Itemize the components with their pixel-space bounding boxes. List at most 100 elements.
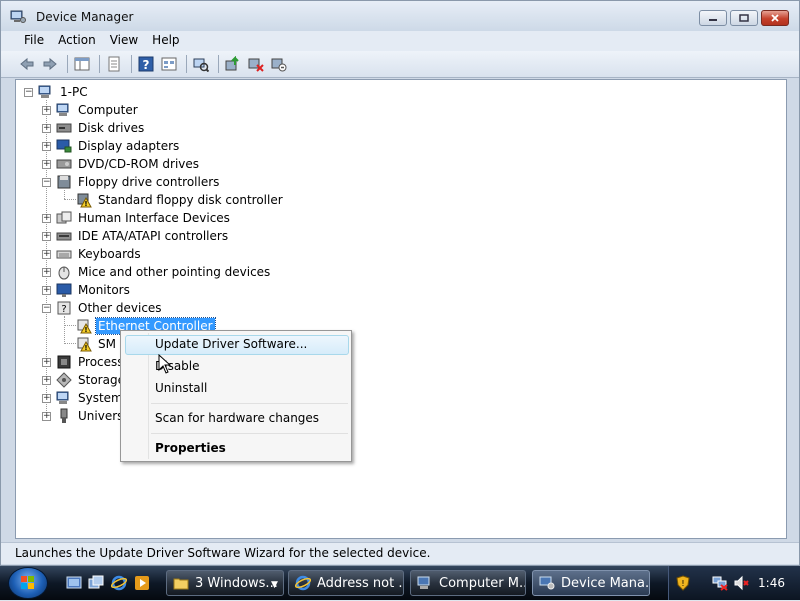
collapse-toggle[interactable]: −: [42, 304, 51, 313]
close-button[interactable]: [761, 10, 789, 26]
expand-toggle[interactable]: +: [42, 142, 51, 151]
minimize-button[interactable]: [699, 10, 727, 26]
tree-item-floppy-controllers[interactable]: Floppy drive controllers: [56, 173, 221, 191]
device-manager-window: Device Manager File Action View Help ? −…: [0, 0, 800, 566]
expand-toggle[interactable]: +: [42, 232, 51, 241]
expand-toggle[interactable]: +: [42, 214, 51, 223]
tree-item-storage[interactable]: Storage: [56, 371, 127, 389]
computer-icon: [38, 85, 51, 98]
taskbar: 3 Windows... ▼ Address not ... Computer …: [0, 566, 800, 600]
toolbar: ?: [1, 51, 799, 78]
toolbar-separator: [218, 55, 219, 73]
media-player-icon[interactable]: [134, 575, 150, 591]
tree-item-other-devices[interactable]: ? Other devices: [56, 299, 164, 317]
maximize-button[interactable]: [730, 10, 758, 26]
internet-explorer-icon: [295, 575, 311, 591]
toolbar-separator: [186, 55, 187, 73]
network-disconnected-icon[interactable]: [712, 575, 728, 591]
svg-text:!: !: [84, 344, 87, 352]
menu-uninstall[interactable]: Uninstall: [155, 381, 207, 395]
tree-item-computer[interactable]: Computer: [56, 101, 140, 119]
menu-properties[interactable]: Properties: [155, 441, 226, 455]
show-desktop-icon[interactable]: [66, 575, 82, 591]
tree-item-standard-floppy[interactable]: ! Standard floppy disk controller: [76, 191, 285, 209]
taskbar-button-windows-group[interactable]: 3 Windows...: [166, 570, 284, 596]
tree-item-monitors[interactable]: Monitors: [56, 281, 132, 299]
expand-toggle[interactable]: +: [42, 412, 51, 421]
menu-scan-hardware[interactable]: Scan for hardware changes: [155, 411, 319, 425]
view-button[interactable]: [159, 54, 179, 74]
task-label: Device Mana...: [561, 575, 650, 591]
tree-item-mice[interactable]: Mice and other pointing devices: [56, 263, 272, 281]
volume-muted-icon[interactable]: [733, 575, 749, 591]
windows-logo-icon: [21, 576, 34, 589]
scan-hardware-icon: [193, 58, 209, 72]
group-dropdown-icon[interactable]: ▼: [271, 580, 278, 590]
tree-item-dvd-cdrom[interactable]: DVD/CD-ROM drives: [56, 155, 201, 173]
expand-toggle[interactable]: +: [42, 268, 51, 277]
tree-item-system[interactable]: System: [56, 389, 125, 407]
menu-help[interactable]: Help: [145, 31, 186, 51]
menu-view[interactable]: View: [103, 31, 145, 51]
display-adapter-icon: [56, 139, 72, 153]
tree-item-label: Other devices: [78, 301, 162, 315]
storage-controller-icon: [56, 372, 72, 388]
uninstall-device-button[interactable]: [269, 54, 289, 74]
clock[interactable]: 1:46: [758, 576, 785, 590]
collapse-toggle[interactable]: −: [24, 88, 33, 97]
task-label: Computer M...: [439, 575, 526, 591]
status-bar: Launches the Update Driver Software Wiza…: [1, 542, 799, 564]
back-button[interactable]: [17, 54, 37, 74]
tree-connector: [64, 190, 65, 199]
expand-toggle[interactable]: +: [42, 250, 51, 259]
taskbar-button-ie[interactable]: Address not ...: [288, 570, 404, 596]
help-button[interactable]: ?: [136, 54, 156, 74]
properties-button[interactable]: [104, 54, 124, 74]
menu-file[interactable]: File: [17, 31, 51, 51]
minimize-icon: [709, 19, 717, 21]
start-button[interactable]: [8, 567, 48, 599]
back-arrow-icon: [20, 57, 34, 71]
expand-toggle[interactable]: +: [42, 376, 51, 385]
tree-item-label: Human Interface Devices: [78, 211, 230, 225]
security-shield-icon[interactable]: !: [676, 575, 690, 591]
expand-toggle[interactable]: +: [42, 160, 51, 169]
expand-toggle[interactable]: +: [42, 106, 51, 115]
svg-text:!: !: [84, 326, 87, 334]
monitor-icon: [56, 283, 72, 297]
expand-toggle[interactable]: +: [42, 286, 51, 295]
tree-item-label: Computer: [78, 103, 138, 117]
console-tree-button[interactable]: [72, 54, 92, 74]
forward-button[interactable]: [40, 54, 60, 74]
tree-item-hid[interactable]: Human Interface Devices: [56, 209, 232, 227]
processor-icon: [57, 355, 71, 369]
internet-explorer-icon[interactable]: [111, 575, 127, 591]
system-devices-icon: [56, 391, 69, 404]
expand-toggle[interactable]: +: [42, 124, 51, 133]
scan-hardware-button[interactable]: [191, 54, 211, 74]
collapse-toggle[interactable]: −: [42, 178, 51, 187]
device-tree-panel: − 1-PC + Computer + Disk drives + Displa…: [15, 79, 787, 539]
tree-item-label: Monitors: [78, 283, 130, 297]
mouse-cursor-icon: [158, 354, 172, 374]
update-driver-button[interactable]: [223, 54, 243, 74]
tree-item-keyboards[interactable]: Keyboards: [56, 245, 143, 263]
menu-update-driver-software[interactable]: Update Driver Software...: [155, 337, 307, 351]
tree-item-display-adapters[interactable]: Display adapters: [56, 137, 181, 155]
disable-device-button[interactable]: [246, 54, 266, 74]
tree-item-label: DVD/CD-ROM drives: [78, 157, 200, 171]
device-manager-icon: [10, 10, 26, 23]
menu-action[interactable]: Action: [51, 31, 103, 51]
expand-toggle[interactable]: +: [42, 394, 51, 403]
tree-root[interactable]: 1-PC: [38, 83, 90, 101]
hid-icon: [56, 211, 72, 224]
disable-device-icon: [248, 58, 264, 72]
tree-item-disk-drives[interactable]: Disk drives: [56, 119, 146, 137]
expand-toggle[interactable]: +: [42, 358, 51, 367]
switch-windows-icon[interactable]: [88, 575, 104, 591]
taskbar-button-device-manager[interactable]: Device Mana...: [532, 570, 650, 596]
toolbar-separator: [99, 55, 100, 73]
svg-text:?: ?: [61, 304, 66, 315]
taskbar-button-computer-management[interactable]: Computer M...: [410, 570, 526, 596]
tree-item-ide[interactable]: IDE ATA/ATAPI controllers: [56, 227, 230, 245]
